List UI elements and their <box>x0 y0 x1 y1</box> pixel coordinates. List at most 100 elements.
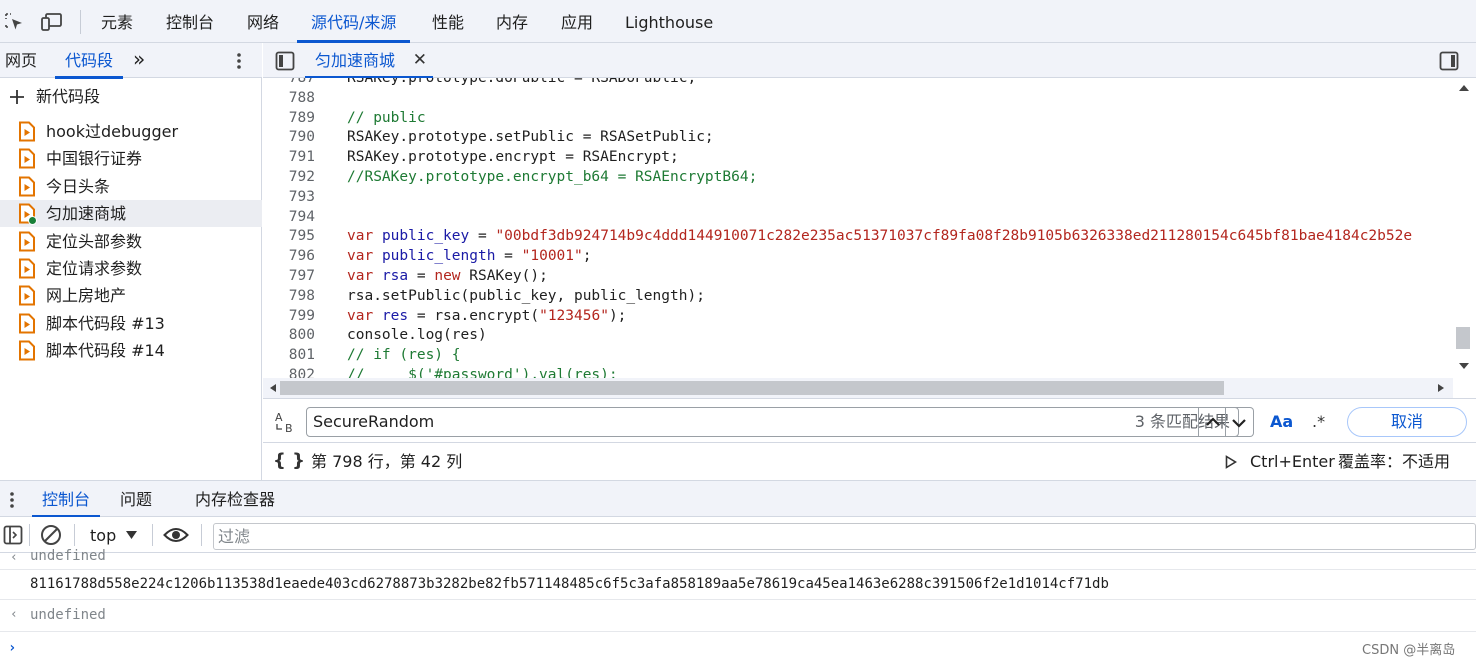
previous-match-button[interactable] <box>1198 407 1226 437</box>
code-line: 800 console.log(res) <box>263 325 1453 345</box>
console-sidebar-icon[interactable] <box>3 525 23 545</box>
line-number[interactable]: 790 <box>263 127 315 147</box>
tab-performance[interactable]: 性能 <box>432 0 464 43</box>
tab-sources[interactable]: 源代码/来源 <box>296 0 411 43</box>
snippet-item[interactable]: 脚本代码段 #14 <box>0 337 262 364</box>
snippet-file-icon <box>19 258 35 279</box>
editor-tabbar: 匀加速商城 ✕ <box>263 43 1476 79</box>
snippet-file-icon <box>19 313 35 334</box>
drawer-tab-issues[interactable]: 问题 <box>120 481 152 517</box>
cancel-search-button[interactable]: 取消 <box>1347 407 1467 437</box>
search-bar: A B SecureRandom 3 条匹配结果 Aa .* 取消 <box>263 398 1476 443</box>
return-value: undefined <box>30 607 106 623</box>
line-number[interactable]: 795 <box>263 226 315 246</box>
regex-toggle[interactable]: .* <box>1312 407 1325 437</box>
scroll-down-icon[interactable] <box>1458 362 1470 370</box>
line-number[interactable]: 787 <box>263 78 315 88</box>
scroll-right-icon[interactable] <box>1437 383 1445 393</box>
tab-snippets[interactable]: 代码段 <box>54 43 124 79</box>
drawer-tab-memory-inspector[interactable]: 内存检查器 <box>195 481 275 517</box>
line-number[interactable]: 798 <box>263 286 315 306</box>
close-tab-icon[interactable]: ✕ <box>413 43 427 78</box>
tab-page[interactable]: 网页 <box>5 43 37 78</box>
next-match-button[interactable] <box>1226 407 1254 437</box>
svg-text:B: B <box>285 422 293 435</box>
snippet-item[interactable]: 定位请求参数 <box>0 255 262 282</box>
snippet-item[interactable]: 匀加速商城 <box>0 200 262 228</box>
more-tabs-icon[interactable]: » <box>133 43 145 78</box>
snippet-item[interactable]: 中国银行证券 <box>0 145 262 172</box>
horizontal-scroll-thumb[interactable] <box>280 381 1224 395</box>
snippet-label: 定位头部参数 <box>46 231 143 251</box>
match-case-toggle[interactable]: Aa <box>1270 407 1293 437</box>
inspect-element-icon[interactable] <box>3 11 25 33</box>
new-snippet-button[interactable]: 新代码段 <box>6 86 256 108</box>
console-output: ‹ undefined 81161788d558e224c1206b113538… <box>0 548 1476 664</box>
tab-application[interactable]: 应用 <box>561 0 593 43</box>
editor-status-bar: { } 第 798 行，第 42 列 Ctrl+Enter 覆盖率：不适用 <box>263 443 1476 480</box>
scroll-left-icon[interactable] <box>269 383 277 393</box>
tab-elements[interactable]: 元素 <box>101 0 133 43</box>
snippet-item[interactable]: 网上房地产 <box>0 282 262 309</box>
line-number[interactable]: 792 <box>263 167 315 187</box>
code-line: 798 rsa.setPublic(public_key, public_leng… <box>263 286 1453 306</box>
snippet-item[interactable]: 今日头条 <box>0 173 262 200</box>
devtools-main-toolbar: 元素 控制台 网络 源代码/来源 性能 内存 应用 Lighthouse <box>0 0 1476 43</box>
line-code: RSAKey.prototype.encrypt = RSAEncrypt; <box>347 149 679 166</box>
kebab-menu-icon[interactable] <box>234 52 244 70</box>
coverage-status: 覆盖率：不适用 <box>1338 452 1451 471</box>
drawer-menu-icon[interactable] <box>7 491 17 509</box>
snippet-label: 网上房地产 <box>46 286 127 306</box>
line-number[interactable]: 799 <box>263 306 315 326</box>
line-number[interactable]: 793 <box>263 187 315 207</box>
tab-memory[interactable]: 内存 <box>496 0 528 43</box>
line-number[interactable]: 794 <box>263 207 315 227</box>
code-line: 791 RSAKey.prototype.encrypt = RSAEncrypt… <box>263 147 1453 167</box>
line-number[interactable]: 800 <box>263 325 315 345</box>
search-input[interactable]: SecureRandom 3 条匹配结果 <box>306 407 1239 437</box>
line-number[interactable]: 789 <box>263 108 315 128</box>
snippet-file-icon <box>19 340 35 361</box>
snippet-item[interactable]: 定位头部参数 <box>0 228 262 255</box>
tab-console[interactable]: 控制台 <box>166 0 214 43</box>
line-number[interactable]: 797 <box>263 266 315 286</box>
console-prompt[interactable]: › <box>0 632 1476 664</box>
line-code: //RSAKey.prototype.encrypt_b64 = RSAEncr… <box>347 169 758 185</box>
snippet-file-icon <box>19 148 35 169</box>
drawer-tabbar: 控制台 问题 内存检查器 <box>0 480 1476 518</box>
toggle-navigator-icon[interactable] <box>275 51 295 71</box>
snippet-item[interactable]: hook过debugger <box>0 118 262 145</box>
code-line: 790 RSAKey.prototype.setPublic = RSASetPu… <box>263 127 1453 147</box>
tab-lighthouse[interactable]: Lighthouse <box>625 0 713 43</box>
code-line: 793 <box>263 187 1453 207</box>
editor-horizontal-scrollbar[interactable] <box>263 378 1453 398</box>
code-editor[interactable]: 787 RSAKey.prototype.doPublic = RSADoPubl… <box>263 78 1453 378</box>
editor-file-tab[interactable]: 匀加速商城 ✕ <box>305 43 433 79</box>
snippet-item[interactable]: 脚本代码段 #13 <box>0 310 262 337</box>
line-number[interactable]: 796 <box>263 246 315 266</box>
live-expression-eye-icon[interactable] <box>163 526 189 544</box>
drawer-tab-console[interactable]: 控制台 <box>31 481 101 518</box>
toggle-debugger-icon[interactable] <box>1439 51 1459 71</box>
line-number[interactable]: 791 <box>263 147 315 167</box>
line-number[interactable]: 788 <box>263 88 315 108</box>
replace-toggle-icon[interactable]: A B <box>273 409 299 435</box>
svg-text:A: A <box>275 411 283 424</box>
line-number[interactable]: 802 <box>263 365 315 378</box>
tab-network[interactable]: 网络 <box>247 0 279 43</box>
run-shortcut[interactable]: Ctrl+Enter <box>1250 443 1335 480</box>
code-line: 789 // public <box>263 108 1453 128</box>
line-code: // $('#password').val(res); <box>347 367 618 378</box>
vertical-scroll-thumb[interactable] <box>1456 327 1470 349</box>
snippet-file-icon <box>19 121 35 142</box>
snippet-label: 脚本代码段 #13 <box>46 313 165 333</box>
scroll-up-icon[interactable] <box>1458 84 1470 92</box>
line-number[interactable]: 801 <box>263 345 315 365</box>
code-line: 792 //RSAKey.prototype.encrypt_b64 = RSAE… <box>263 167 1453 187</box>
run-snippet-icon[interactable] <box>1225 455 1237 469</box>
log-message: 81161788d558e224c1206b113538d1eaede403cd… <box>30 576 1109 592</box>
editor-vertical-scrollbar[interactable] <box>1453 78 1476 378</box>
device-toolbar-icon[interactable] <box>40 11 62 33</box>
search-query: SecureRandom <box>313 412 435 431</box>
pretty-print-icon[interactable]: { } <box>273 450 305 472</box>
